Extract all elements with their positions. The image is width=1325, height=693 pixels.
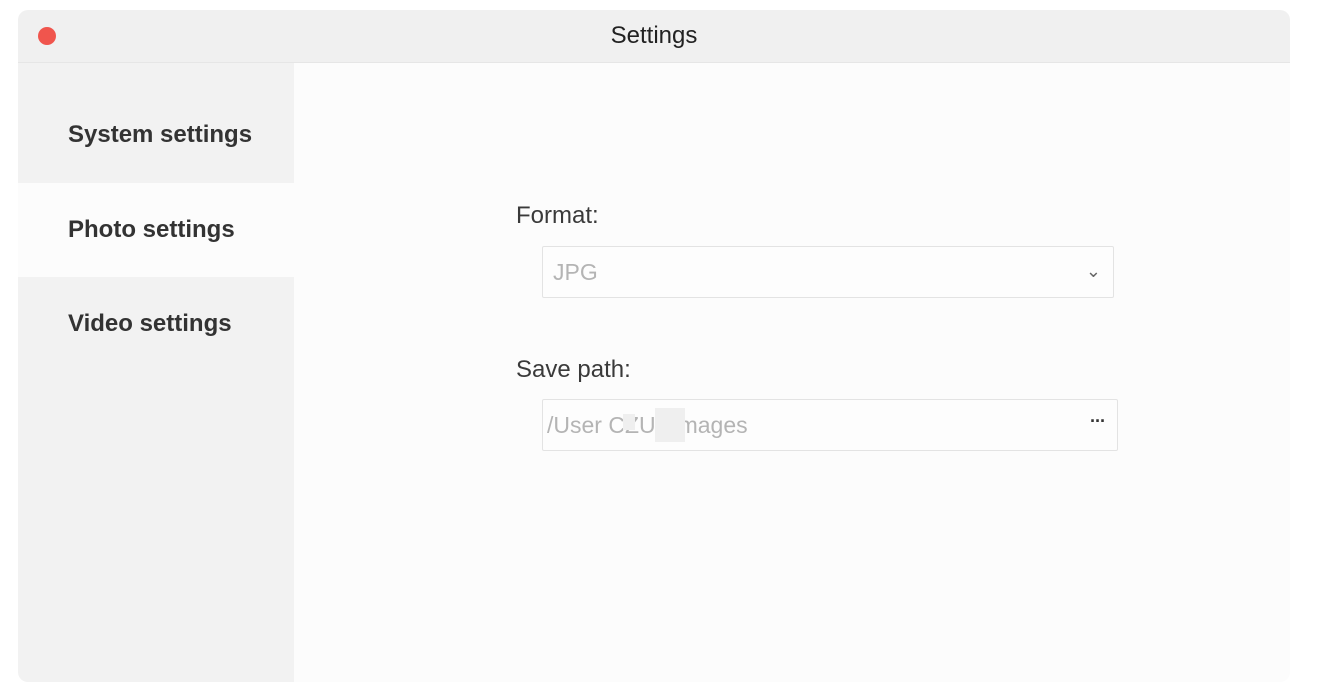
sidebar-item-video-settings[interactable]: Video settings xyxy=(18,277,294,371)
window-title: Settings xyxy=(610,22,698,49)
redaction-mark xyxy=(655,408,685,442)
photo-settings-panel: Format: JPG ⌄ Save path: /User CZURImage… xyxy=(294,63,1290,682)
settings-window: Settings System settings Photo settings … xyxy=(18,10,1290,682)
save-path-field[interactable]: /User CZURImages ··· xyxy=(542,399,1118,451)
format-label: Format: xyxy=(516,202,599,229)
redaction-mark xyxy=(623,414,635,430)
sidebar-item-photo-settings[interactable]: Photo settings xyxy=(18,183,294,277)
chevron-down-icon: ⌄ xyxy=(1085,261,1101,281)
browse-ellipsis-icon[interactable]: ··· xyxy=(1090,411,1106,432)
title-bar[interactable]: Settings xyxy=(18,10,1290,63)
format-select[interactable]: JPG ⌄ xyxy=(542,246,1114,298)
sidebar-item-system-settings[interactable]: System settings xyxy=(18,88,294,182)
format-select-value: JPG xyxy=(553,259,598,285)
settings-sidebar: System settings Photo settings Video set… xyxy=(18,63,294,682)
save-path-label: Save path: xyxy=(516,356,631,383)
save-path-value: /User CZURImages xyxy=(547,412,748,438)
